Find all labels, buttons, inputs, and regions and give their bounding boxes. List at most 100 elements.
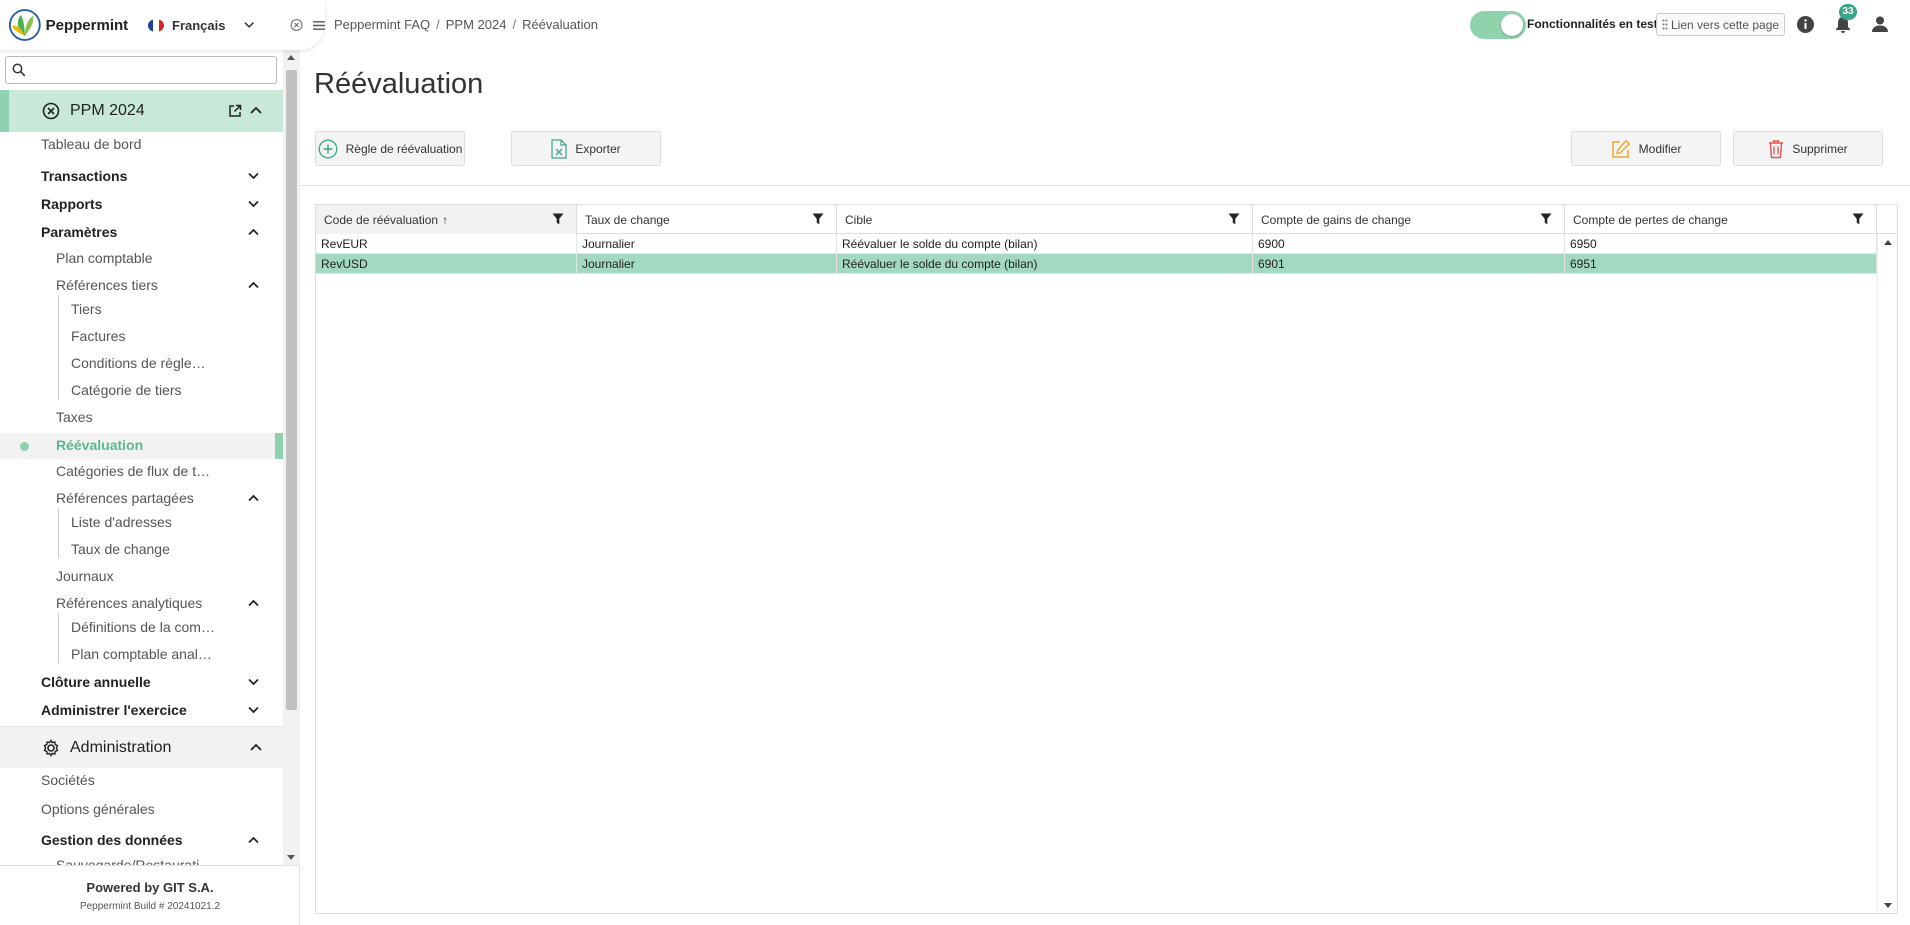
sidebar-item-general-options[interactable]: Options générales bbox=[41, 797, 155, 821]
table-header: Code de réévaluation ↑ Taux de change Ci… bbox=[316, 205, 1877, 234]
sidebar-scrollbar[interactable] bbox=[283, 50, 300, 865]
sidebar-item-third-party-refs[interactable]: Références tiers bbox=[56, 273, 273, 297]
breadcrumb-separator: / bbox=[436, 17, 440, 32]
sidebar-item-label: Tiers bbox=[71, 301, 102, 317]
sidebar-item-label: Références partagées bbox=[56, 490, 194, 506]
brand-bar: Peppermint Français bbox=[0, 0, 325, 50]
column-header-target[interactable]: Cible bbox=[837, 205, 1253, 234]
table-cell: RevUSD bbox=[316, 254, 577, 274]
beta-features-label: Fonctionnalités en test bbox=[1527, 17, 1658, 31]
breadcrumb-item[interactable]: Peppermint FAQ bbox=[334, 17, 430, 32]
sidebar: PPM 2024 Tableau de bord Transactions Ra… bbox=[0, 0, 300, 925]
sidebar-item-data-management[interactable]: Gestion des données bbox=[41, 828, 273, 852]
table-cell: Réévaluer le solde du compte (bilan) bbox=[837, 234, 1253, 254]
column-header-loss-account[interactable]: Compte de pertes de change bbox=[1565, 205, 1877, 234]
filter-icon[interactable] bbox=[552, 213, 564, 225]
delete-button[interactable]: Supprimer bbox=[1733, 131, 1883, 166]
table-row[interactable]: RevEUR Journalier Réévaluer le solde du … bbox=[316, 234, 1877, 254]
sidebar-item-parameters[interactable]: Paramètres bbox=[41, 220, 273, 244]
language-select[interactable]: Français bbox=[172, 18, 225, 33]
scroll-down-arrow[interactable] bbox=[1884, 903, 1892, 908]
button-label: Exporter bbox=[575, 141, 621, 156]
column-header-code[interactable]: Code de réévaluation ↑ bbox=[316, 205, 577, 234]
add-circle-icon bbox=[318, 139, 338, 158]
chevron-up-icon[interactable] bbox=[250, 743, 262, 753]
sidebar-section-admin[interactable]: Administration bbox=[0, 726, 283, 768]
drag-handle-icon bbox=[1662, 19, 1668, 30]
app-name: Peppermint bbox=[45, 16, 129, 34]
column-header-label: Code de réévaluation bbox=[324, 212, 439, 227]
column-header-label: Taux de change bbox=[585, 212, 670, 227]
sidebar-item-third-party-category[interactable]: Catégorie de tiers bbox=[71, 378, 182, 402]
sidebar-item-journals[interactable]: Journaux bbox=[56, 564, 114, 588]
sidebar-section-project[interactable]: PPM 2024 bbox=[0, 90, 283, 132]
breadcrumb-item[interactable]: PPM 2024 bbox=[446, 17, 507, 32]
sidebar-item-companies[interactable]: Sociétés bbox=[41, 768, 95, 792]
sidebar-item-analytic-chart[interactable]: Plan comptable anal… bbox=[71, 642, 221, 666]
scroll-down-arrow[interactable] bbox=[287, 855, 295, 860]
scroll-thumb[interactable] bbox=[286, 70, 297, 710]
user-account-icon[interactable] bbox=[1871, 15, 1889, 33]
column-header-label: Cible bbox=[845, 212, 873, 227]
sidebar-item-revaluation-active[interactable]: Réévaluation bbox=[0, 433, 283, 459]
hamburger-menu-icon[interactable] bbox=[312, 20, 325, 31]
sidebar-item-chart-of-accounts[interactable]: Plan comptable bbox=[56, 246, 153, 270]
chevron-up-icon bbox=[248, 281, 259, 289]
tree-line bbox=[58, 508, 59, 558]
sort-ascending-icon: ↑ bbox=[442, 212, 449, 227]
add-revaluation-rule-button[interactable]: Règle de réévaluation bbox=[315, 131, 465, 166]
filter-icon[interactable] bbox=[812, 213, 824, 225]
chevron-up-icon bbox=[248, 228, 259, 236]
table-cell: Réévaluer le solde du compte (bilan) bbox=[837, 254, 1253, 274]
peppermint-logo[interactable] bbox=[8, 7, 42, 43]
page-link-button[interactable]: Lien vers cette page bbox=[1656, 13, 1786, 36]
sidebar-search[interactable] bbox=[5, 56, 277, 84]
sidebar-item-transactions[interactable]: Transactions bbox=[41, 164, 273, 188]
search-input[interactable] bbox=[30, 59, 270, 81]
sidebar-item-label: Références tiers bbox=[56, 277, 158, 293]
beta-features-toggle[interactable] bbox=[1470, 11, 1526, 39]
sidebar-item-manage-year[interactable]: Administrer l'exercice bbox=[41, 698, 273, 722]
chevron-up-icon[interactable] bbox=[250, 106, 262, 116]
sidebar-item-label: Références analytiques bbox=[56, 595, 203, 611]
france-flag-icon bbox=[148, 18, 165, 32]
button-label: Modifier bbox=[1638, 141, 1682, 156]
table-scrollbar[interactable] bbox=[1877, 234, 1897, 914]
sidebar-item-dashboard[interactable]: Tableau de bord bbox=[41, 132, 141, 156]
table-row-selected[interactable]: RevUSD Journalier Réévaluer le solde du … bbox=[316, 254, 1877, 274]
chevron-down-icon[interactable] bbox=[243, 21, 254, 29]
export-button[interactable]: Exporter bbox=[511, 131, 661, 166]
admin-label: Administration bbox=[70, 738, 172, 756]
scroll-up-arrow[interactable] bbox=[1884, 240, 1892, 245]
sidebar-item-reports[interactable]: Rapports bbox=[41, 192, 273, 216]
sidebar-item-exchange-rates[interactable]: Taux de change bbox=[71, 537, 170, 561]
info-icon[interactable] bbox=[1796, 15, 1815, 34]
sidebar-item-shared-refs[interactable]: Références partagées bbox=[56, 486, 273, 510]
filter-icon[interactable] bbox=[1228, 213, 1240, 225]
sidebar-item-third-parties[interactable]: Tiers bbox=[71, 297, 102, 321]
filter-icon[interactable] bbox=[1540, 213, 1552, 225]
scroll-up-arrow[interactable] bbox=[287, 55, 295, 60]
open-external-icon[interactable] bbox=[228, 104, 242, 118]
close-circle-icon[interactable] bbox=[42, 102, 60, 120]
sidebar-item-address-list[interactable]: Liste d'adresses bbox=[71, 510, 172, 534]
sidebar-item-taxes[interactable]: Taxes bbox=[56, 405, 93, 429]
edit-button[interactable]: Modifier bbox=[1571, 131, 1721, 166]
close-circle-icon[interactable] bbox=[290, 18, 303, 32]
sidebar-item-label: Liste d'adresses bbox=[71, 514, 172, 530]
sidebar-item-year-closing[interactable]: Clôture annuelle bbox=[41, 670, 273, 694]
sidebar-item-definitions[interactable]: Définitions de la com… bbox=[71, 615, 221, 639]
column-header-rate[interactable]: Taux de change bbox=[577, 205, 837, 234]
section-accent-bar bbox=[0, 90, 9, 132]
sidebar-item-analytic-refs[interactable]: Références analytiques bbox=[56, 591, 273, 615]
column-header-gain-account[interactable]: Compte de gains de change bbox=[1253, 205, 1565, 234]
table-cell: 6950 bbox=[1565, 234, 1877, 254]
chevron-down-icon bbox=[248, 678, 259, 686]
sidebar-item-backup[interactable]: Sauvegarde/Restaurati… bbox=[56, 853, 216, 865]
sidebar-item-invoices[interactable]: Factures bbox=[71, 324, 125, 348]
sidebar-item-payment-terms[interactable]: Conditions de règle… bbox=[71, 351, 211, 375]
chevron-down-icon bbox=[248, 172, 259, 180]
active-dot bbox=[20, 442, 29, 451]
filter-icon[interactable] bbox=[1852, 213, 1864, 225]
sidebar-item-cash-flow-categories[interactable]: Catégories de flux de t… bbox=[56, 459, 216, 483]
